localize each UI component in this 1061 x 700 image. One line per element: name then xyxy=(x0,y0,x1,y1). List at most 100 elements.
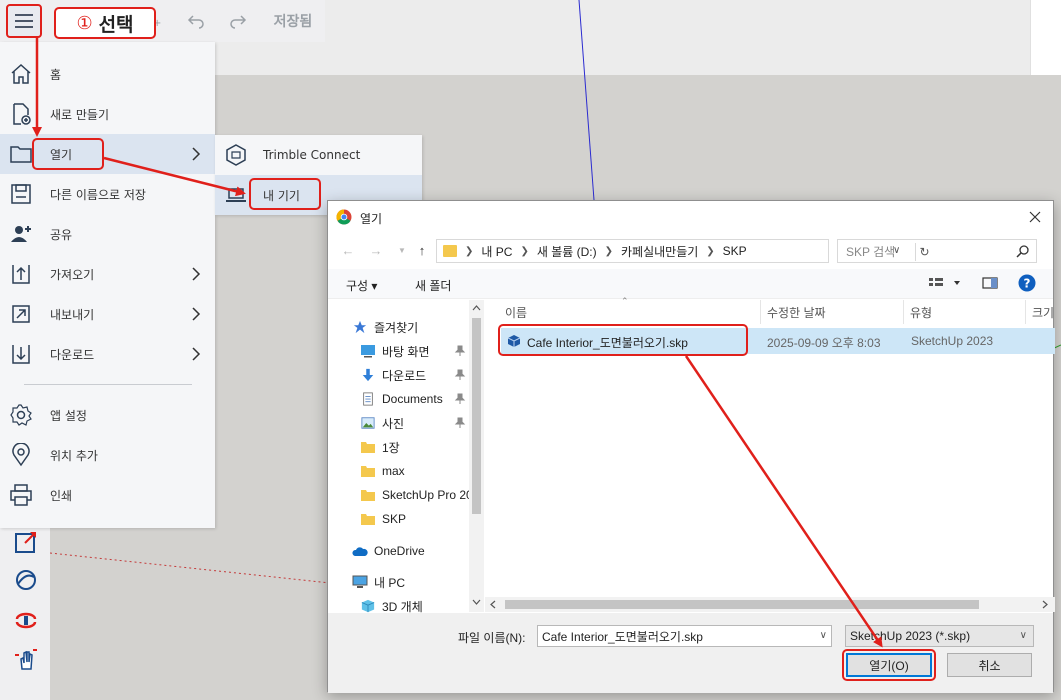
submenu-item-trimble-connect[interactable]: Trimble Connect xyxy=(215,135,422,175)
search-icon xyxy=(1016,245,1029,258)
submenu-item-label: Trimble Connect xyxy=(263,148,361,162)
menu-item-label: 인쇄 xyxy=(50,488,73,503)
column-header-modified[interactable]: 수정한 날짜 xyxy=(761,300,904,324)
nav-label: 바탕 화면 xyxy=(382,344,430,359)
nav-item-onedrive[interactable]: OneDrive xyxy=(352,540,470,562)
menu-item-new[interactable]: 새로 만들기 xyxy=(0,94,215,134)
menu-item-home[interactable]: 홈 xyxy=(0,54,215,94)
rotate-icon[interactable] xyxy=(12,606,40,634)
column-header-name[interactable]: 이름 ⌃ xyxy=(485,296,761,324)
nav-item-folder-skp[interactable]: SKP xyxy=(360,508,478,530)
menu-item-app-settings[interactable]: 앱 설정 xyxy=(0,395,215,435)
onedrive-icon xyxy=(352,547,368,556)
folder-icon xyxy=(443,245,457,257)
address-bar[interactable]: ❯ 내 PC ❯ 새 볼륨 (D:) ❯ 카페실내만들기 ❯ SKP ∨ ↻ xyxy=(436,239,930,263)
nav-item-documents[interactable]: Documents xyxy=(360,388,478,410)
nav-item-pictures[interactable]: 사진 xyxy=(360,412,478,434)
preview-pane-icon[interactable] xyxy=(982,275,998,291)
up-arrow-icon[interactable]: ↑ xyxy=(414,242,430,258)
filetype-select[interactable]: SketchUp 2023 (*.skp) ∨ xyxy=(845,625,1034,647)
menu-item-download[interactable]: 다운로드 xyxy=(0,334,215,374)
annotation-step-number: ① xyxy=(76,12,93,34)
nav-item-folder-max[interactable]: max xyxy=(360,460,478,482)
filename-input[interactable]: Cafe Interior_도면불러오기.skp ∨ xyxy=(537,625,832,647)
close-icon[interactable] xyxy=(1025,207,1045,227)
back-arrow-icon[interactable]: ← xyxy=(340,242,356,258)
scroll-left-icon[interactable] xyxy=(489,600,497,609)
organize-label: 구성 xyxy=(346,279,369,293)
menu-item-share[interactable]: 공유 xyxy=(0,214,215,254)
svg-text:?: ? xyxy=(1024,277,1031,291)
column-name-label: 이름 xyxy=(505,305,528,320)
nav-scrollbar[interactable] xyxy=(469,300,484,612)
menu-item-add-location[interactable]: 위치 추가 xyxy=(0,435,215,475)
file-list-hscrollbar[interactable] xyxy=(485,597,1055,612)
menu-item-label: 홈 xyxy=(50,67,62,82)
nav-item-folder-sketchup[interactable]: SketchUp Pro 20 xyxy=(360,484,478,506)
command-bar: 구성 ▾ 새 폴더 ? xyxy=(328,269,1053,299)
menu-divider xyxy=(24,384,192,385)
chevron-right-icon xyxy=(192,307,201,321)
new-folder-button[interactable]: 새 폴더 xyxy=(415,277,451,294)
download-icon xyxy=(12,345,30,364)
recent-dropdown-icon[interactable]: ▼ xyxy=(394,242,410,258)
nav-item-this-pc[interactable]: 내 PC xyxy=(352,571,470,593)
scroll-thumb[interactable] xyxy=(505,600,979,609)
breadcrumb-item[interactable]: 내 PC xyxy=(481,243,512,260)
undo-icon[interactable] xyxy=(184,8,208,34)
menu-item-export[interactable]: 내보내기 xyxy=(0,294,215,334)
export-icon xyxy=(12,305,30,323)
nav-item-folder-1[interactable]: 1장 xyxy=(360,436,478,458)
folder-icon xyxy=(361,466,375,477)
help-icon[interactable]: ? xyxy=(1018,274,1036,292)
menu-item-label: 다른 이름으로 저장 xyxy=(50,187,146,202)
star-icon xyxy=(353,320,367,334)
hamburger-menu-button[interactable] xyxy=(6,4,42,38)
printer-icon xyxy=(10,484,32,506)
nav-label: 1장 xyxy=(382,440,400,455)
menu-item-save-as[interactable]: 다른 이름으로 저장 xyxy=(0,174,215,214)
laptop-icon xyxy=(226,188,246,202)
nav-label: Documents xyxy=(382,392,443,406)
breadcrumb-item[interactable]: 카페실내만들기 xyxy=(621,243,698,260)
chevron-down-icon[interactable]: ∨ xyxy=(820,630,827,641)
3d-objects-icon xyxy=(361,599,375,613)
pin-icon xyxy=(454,345,466,356)
breadcrumb-item[interactable]: SKP xyxy=(723,244,747,258)
search-input[interactable]: SKP 검색 xyxy=(837,239,1037,263)
file-type: SketchUp 2023 xyxy=(911,334,994,348)
orbit-icon[interactable] xyxy=(12,566,40,594)
nav-item-favorites[interactable]: 즐겨찾기 xyxy=(352,316,470,338)
menu-item-import[interactable]: 가져오기 xyxy=(0,254,215,294)
view-options-icon[interactable] xyxy=(928,275,962,291)
redo-icon[interactable] xyxy=(226,8,250,34)
annotation-open-button-highlight xyxy=(842,649,936,681)
nav-label: 즐겨찾기 xyxy=(374,320,419,335)
scroll-down-icon[interactable] xyxy=(472,598,481,606)
pictures-icon xyxy=(361,417,375,429)
pan-hand-icon[interactable] xyxy=(12,646,40,674)
menu-item-print[interactable]: 인쇄 xyxy=(0,475,215,515)
organize-button[interactable]: 구성 ▾ xyxy=(346,277,377,294)
section-plane-icon[interactable] xyxy=(12,528,40,556)
pin-icon xyxy=(454,369,466,380)
nav-item-desktop[interactable]: 바탕 화면 xyxy=(360,340,478,362)
menu-item-label: 공유 xyxy=(50,227,73,242)
scroll-up-icon[interactable] xyxy=(472,304,481,312)
filename-label: 파일 이름(N): xyxy=(458,631,526,645)
address-row: ← → ▼ ↑ ❯ 내 PC ❯ 새 볼륨 (D:) ❯ 카페실내만들기 ❯ S… xyxy=(328,235,1053,265)
nav-item-downloads[interactable]: 다운로드 xyxy=(360,364,478,386)
location-pin-icon xyxy=(12,443,30,467)
forward-arrow-icon[interactable]: → xyxy=(368,242,384,258)
filetype-value: SketchUp 2023 (*.skp) xyxy=(850,629,971,643)
breadcrumb-chevron: ❯ xyxy=(520,245,529,257)
folder-icon xyxy=(10,146,32,163)
breadcrumb-item[interactable]: 새 볼륨 (D:) xyxy=(537,243,597,260)
scroll-right-icon[interactable] xyxy=(1041,600,1049,609)
scroll-thumb[interactable] xyxy=(472,318,481,514)
column-header-size[interactable]: 크기 xyxy=(1026,300,1061,324)
top-toolbar: + 저장됨 xyxy=(0,0,325,42)
dialog-title: 열기 xyxy=(360,212,383,226)
column-header-type[interactable]: 유형 xyxy=(904,300,1026,324)
cancel-button[interactable]: 취소 xyxy=(947,653,1032,677)
